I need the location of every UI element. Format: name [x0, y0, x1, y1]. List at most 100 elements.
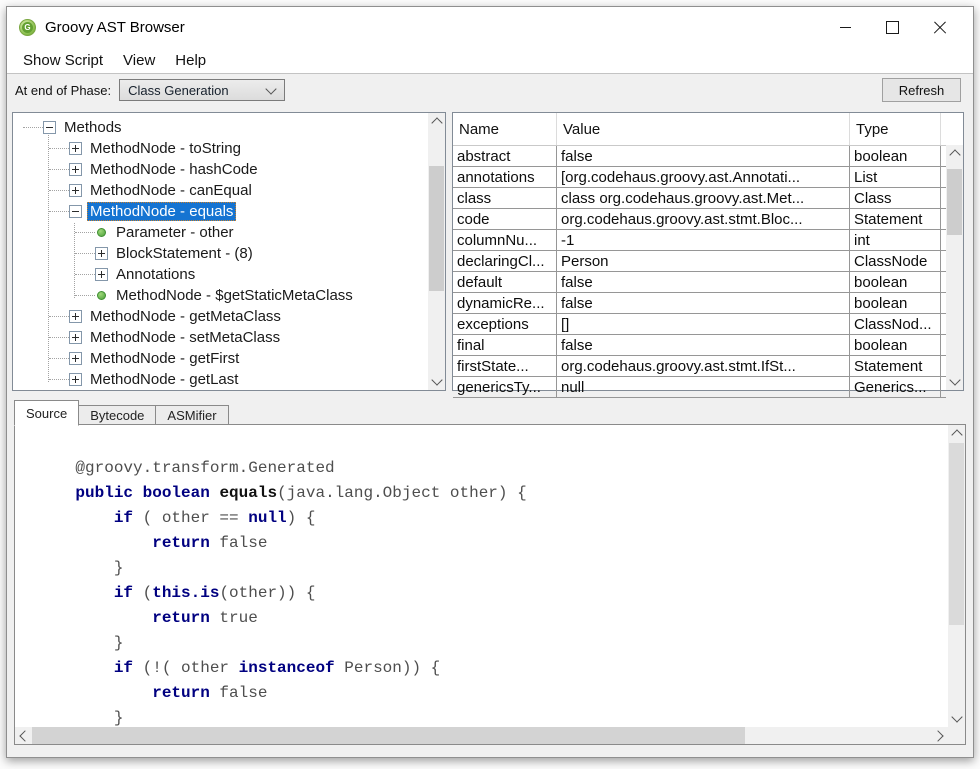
- title-bar: G Groovy AST Browser: [7, 7, 973, 48]
- refresh-button[interactable]: Refresh: [882, 78, 961, 102]
- property-row[interactable]: classclass org.codehaus.groovy.ast.Met..…: [453, 188, 946, 209]
- source-horizontal-scrollbar[interactable]: [15, 727, 948, 744]
- leaf-node-icon: [97, 291, 106, 300]
- property-row[interactable]: declaringCl...PersonClassNode: [453, 251, 946, 272]
- tree-item[interactable]: MethodNode - $getStaticMetaClass: [13, 285, 428, 306]
- source-vertical-scrollbar[interactable]: [948, 425, 965, 727]
- maximize-button[interactable]: [869, 7, 916, 48]
- property-type-cell: ClassNode: [850, 251, 941, 271]
- collapse-icon[interactable]: [69, 205, 82, 218]
- tree-item[interactable]: BlockStatement - (8): [13, 243, 428, 264]
- tree-connector: [49, 379, 69, 380]
- properties-table-panel: NameValueType abstractfalsebooleanannota…: [452, 112, 964, 391]
- column-header-type[interactable]: Type: [850, 113, 941, 145]
- code-line: return false: [37, 681, 948, 706]
- tree-item[interactable]: MethodNode - equals: [13, 201, 428, 222]
- chevron-right-icon: [932, 730, 943, 741]
- property-row[interactable]: columnNu...-1int: [453, 230, 946, 251]
- scrollbar-corner: [948, 727, 965, 744]
- scroll-down-button[interactable]: [946, 373, 963, 390]
- tree-item[interactable]: MethodNode - hashCode: [13, 159, 428, 180]
- property-row[interactable]: firstState...org.codehaus.groovy.ast.stm…: [453, 356, 946, 377]
- tab-asmifier[interactable]: ASMifier: [155, 405, 228, 425]
- close-button[interactable]: [916, 7, 963, 48]
- property-row[interactable]: genericsTy...nullGenerics...: [453, 377, 946, 398]
- scroll-down-button[interactable]: [428, 373, 445, 390]
- phase-combobox[interactable]: Class Generation: [119, 79, 285, 101]
- collapse-icon[interactable]: [43, 121, 56, 134]
- property-value-cell: []: [557, 314, 850, 334]
- scroll-left-button[interactable]: [15, 727, 32, 744]
- expand-icon[interactable]: [69, 310, 82, 323]
- menu-help[interactable]: Help: [165, 48, 216, 73]
- chevron-down-icon: [431, 374, 442, 385]
- tree-item[interactable]: Methods: [13, 117, 428, 138]
- scroll-right-button[interactable]: [931, 727, 948, 744]
- expand-icon[interactable]: [69, 373, 82, 386]
- leaf-node-icon: [97, 228, 106, 237]
- tree-item-label: MethodNode - canEqual: [87, 181, 255, 200]
- property-row[interactable]: dynamicRe...falseboolean: [453, 293, 946, 314]
- expand-icon[interactable]: [69, 163, 82, 176]
- expand-icon[interactable]: [69, 142, 82, 155]
- property-value-cell: org.codehaus.groovy.ast.stmt.Bloc...: [557, 209, 850, 229]
- column-header-name[interactable]: Name: [453, 113, 557, 145]
- property-name-cell: abstract: [453, 146, 557, 166]
- table-header: NameValueType: [453, 113, 946, 146]
- chevron-up-icon: [949, 149, 960, 160]
- scroll-up-button[interactable]: [428, 113, 445, 130]
- property-value-cell: false: [557, 272, 850, 292]
- scroll-down-button[interactable]: [948, 710, 965, 727]
- minimize-button[interactable]: [822, 7, 869, 48]
- expand-icon[interactable]: [95, 247, 108, 260]
- menu-show-script[interactable]: Show Script: [13, 48, 113, 73]
- tree-item[interactable]: MethodNode - getMetaClass: [13, 306, 428, 327]
- tab-bytecode[interactable]: Bytecode: [78, 405, 156, 425]
- property-row[interactable]: codeorg.codehaus.groovy.ast.stmt.Bloc...…: [453, 209, 946, 230]
- property-name-cell: firstState...: [453, 356, 557, 376]
- expand-icon[interactable]: [69, 331, 82, 344]
- tree-item[interactable]: MethodNode - getLast: [13, 369, 428, 390]
- scrollbar-thumb[interactable]: [429, 166, 444, 291]
- scroll-up-button[interactable]: [946, 145, 963, 162]
- tree-item[interactable]: MethodNode - setMetaClass: [13, 327, 428, 348]
- tree-connector: [49, 316, 69, 317]
- tree-scrollbar[interactable]: [428, 113, 445, 390]
- ast-tree-panel: MethodsMethodNode - toStringMethodNode -…: [12, 112, 446, 391]
- tab-source[interactable]: Source: [14, 400, 79, 426]
- expand-icon[interactable]: [95, 268, 108, 281]
- tree-item[interactable]: Annotations: [13, 264, 428, 285]
- property-row[interactable]: exceptions[]ClassNod...: [453, 314, 946, 335]
- code-line: return false: [37, 531, 948, 556]
- table-scrollbar[interactable]: [946, 145, 963, 390]
- property-type-cell: boolean: [850, 293, 941, 313]
- tree-item-label: BlockStatement - (8): [113, 244, 256, 263]
- tree-item[interactable]: Parameter - other: [13, 222, 428, 243]
- column-header-value[interactable]: Value: [557, 113, 850, 145]
- property-row[interactable]: annotations[org.codehaus.groovy.ast.Anno…: [453, 167, 946, 188]
- scrollbar-thumb[interactable]: [949, 443, 964, 625]
- property-value-cell: Person: [557, 251, 850, 271]
- chevron-down-icon: [265, 83, 276, 94]
- menu-view[interactable]: View: [113, 48, 165, 73]
- tree-item-label: Parameter - other: [113, 223, 237, 242]
- scrollbar-thumb[interactable]: [947, 169, 962, 235]
- scroll-up-button[interactable]: [948, 425, 965, 442]
- expand-icon[interactable]: [69, 352, 82, 365]
- tree-connector: [49, 169, 69, 170]
- expand-icon[interactable]: [69, 184, 82, 197]
- code-line: }: [37, 706, 948, 727]
- scrollbar-thumb[interactable]: [32, 727, 745, 744]
- tree-item[interactable]: MethodNode - getFirst: [13, 348, 428, 369]
- chevron-up-icon: [431, 117, 442, 128]
- tree-item[interactable]: MethodNode - toString: [13, 138, 428, 159]
- code-line: if ( other == null) {: [37, 506, 948, 531]
- view-tabs: SourceBytecodeASMifier: [14, 399, 228, 425]
- tree-item[interactable]: MethodNode - canEqual: [13, 180, 428, 201]
- tree-connector: [75, 274, 95, 275]
- code-line: }: [37, 631, 948, 656]
- property-row[interactable]: abstractfalseboolean: [453, 146, 946, 167]
- property-row[interactable]: defaultfalseboolean: [453, 272, 946, 293]
- property-name-cell: exceptions: [453, 314, 557, 334]
- property-row[interactable]: finalfalseboolean: [453, 335, 946, 356]
